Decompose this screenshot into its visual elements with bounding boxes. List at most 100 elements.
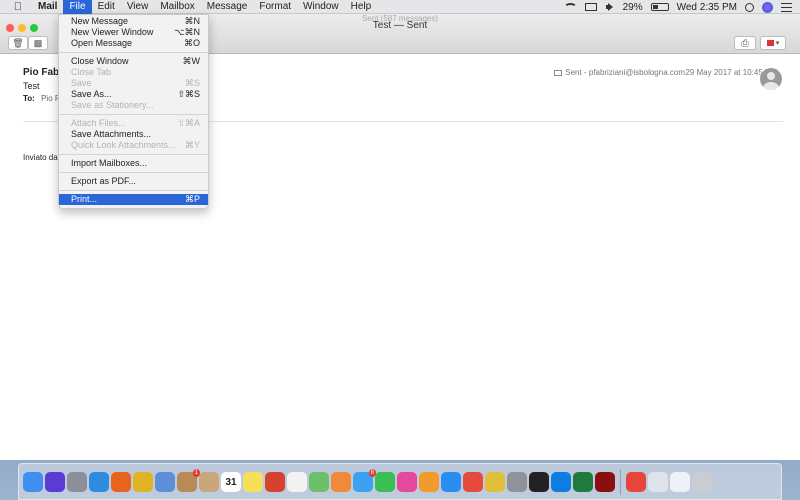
todoist-icon[interactable] [265, 471, 285, 492]
menu-item-quick-look-attachments[interactable]: Quick Look Attachments... ⌘Y [59, 140, 208, 151]
notes-icon[interactable] [199, 471, 219, 492]
menu-clock[interactable]: Wed 2:35 PM [677, 2, 737, 13]
recipient-name[interactable]: Pio F [41, 94, 60, 103]
menu-item-new-message[interactable]: New Message ⌘N [59, 16, 208, 27]
system-preferences-icon[interactable] [507, 471, 527, 492]
menu-separator [59, 172, 208, 173]
trash-icon[interactable] [692, 471, 712, 492]
flag-button[interactable]: ▾ [760, 36, 786, 50]
finder-icon[interactable] [23, 471, 43, 492]
menu-item-close-tab[interactable]: Close Tab [59, 67, 208, 78]
apple-menu-icon[interactable]:  [12, 1, 24, 13]
itunes-icon[interactable] [397, 471, 417, 492]
menu-app-mail[interactable]: Mail [32, 0, 63, 14]
maps-icon[interactable] [309, 471, 329, 492]
message-body: Inviato da [23, 153, 58, 162]
menu-separator [59, 154, 208, 155]
menu-format[interactable]: Format [253, 0, 297, 14]
appstore-icon[interactable] [441, 471, 461, 492]
screenshot-stack-icon[interactable] [648, 471, 668, 492]
menu-separator [59, 190, 208, 191]
chrome-icon[interactable] [133, 471, 153, 492]
siri-icon[interactable] [45, 471, 65, 492]
menu-item-shortcut: ⇧⌘A [177, 118, 200, 128]
menu-item-label: Import Mailboxes... [71, 158, 148, 168]
menu-item-label: Save as Stationery... [71, 100, 154, 110]
terminal-icon[interactable] [529, 471, 549, 492]
menu-item-shortcut: ⌘P [184, 194, 200, 204]
menu-item-attach-files[interactable]: Attach Files... ⇧⌘A [59, 118, 208, 129]
menu-item-label: Quick Look Attachments... [71, 140, 176, 150]
wifi-icon[interactable] [563, 2, 577, 12]
menu-item-label: Save As... [71, 89, 112, 99]
ibooks-icon[interactable] [419, 471, 439, 492]
mailbox-info: Sent - pfabriziani@isbologna.com [554, 68, 685, 77]
flag-icon [766, 40, 774, 46]
messages-icon[interactable]: 8 [353, 468, 376, 492]
volume-icon[interactable] [605, 2, 615, 12]
acrobat-icon[interactable] [595, 471, 615, 492]
menu-view[interactable]: View [121, 0, 155, 14]
menu-item-save-attachments[interactable]: Save Attachments... [59, 129, 208, 140]
menu-item-label: Close Tab [71, 67, 111, 77]
pdf-document-icon[interactable] [626, 471, 646, 492]
menu-edit[interactable]: Edit [92, 0, 121, 14]
spotlight-search-icon[interactable] [745, 2, 754, 12]
facetime-icon[interactable] [375, 471, 395, 492]
menu-item-export-as-pdf[interactable]: Export as PDF... [59, 176, 208, 187]
notification-center-icon[interactable] [781, 2, 792, 12]
firefox-icon[interactable] [111, 471, 131, 492]
menu-item-new-viewer-window[interactable]: New Viewer Window ⌥⌘N [59, 27, 208, 38]
battery-icon[interactable] [650, 3, 669, 11]
menu-item-close-window[interactable]: Close Window ⌘W [59, 56, 208, 67]
menu-separator [59, 114, 208, 115]
menu-separator [59, 52, 208, 53]
menu-item-label: New Viewer Window [71, 27, 154, 37]
stickies-icon[interactable] [243, 471, 263, 492]
menu-mailbox[interactable]: Mailbox [154, 0, 200, 14]
dock-divider [620, 468, 621, 495]
cyberduck-icon[interactable] [485, 471, 505, 492]
to-label: To: [23, 94, 35, 103]
battery-percent[interactable]: 29% [623, 2, 643, 13]
menu-help[interactable]: Help [345, 0, 378, 14]
delete-button[interactable]: 🗑 [8, 36, 28, 50]
message-subject: Test [23, 81, 40, 91]
menu-item-label: Close Window [71, 56, 129, 66]
menu-item-import-mailboxes[interactable]: Import Mailboxes... [59, 158, 208, 169]
menu-file[interactable]: File [63, 0, 92, 14]
contacts-icon[interactable]: 1 [177, 468, 200, 492]
launchpad-icon[interactable] [67, 471, 87, 492]
mail-stamp-icon[interactable] [155, 471, 175, 492]
file-menu-dropdown: New Message ⌘N New Viewer Window ⌥⌘N Open Me… [58, 14, 209, 209]
reminders-icon[interactable] [287, 471, 307, 492]
airplay-icon[interactable] [584, 3, 597, 11]
calendar-icon[interactable]: 31 [221, 471, 241, 492]
menu-item-save-as-stationery[interactable]: Save as Stationery... [59, 100, 208, 111]
safari-icon[interactable] [89, 471, 109, 492]
menu-item-print[interactable]: Print... ⌘P [59, 194, 208, 205]
menu-item-label: Save Attachments... [71, 129, 152, 139]
appcleaner-icon[interactable] [463, 471, 483, 492]
menu-bar:  Mail File Edit View Mailbox Message Fo… [0, 0, 800, 14]
junk-icon: ▩ [33, 37, 43, 48]
teamviewer-icon[interactable] [551, 471, 571, 492]
junk-button[interactable]: ▩ [28, 36, 48, 50]
menu-item-shortcut: ⌘W [182, 56, 201, 66]
photos-icon[interactable] [331, 471, 351, 492]
menu-window[interactable]: Window [297, 0, 345, 14]
downloads-stack-icon[interactable] [670, 471, 690, 492]
print-button[interactable]: ⎙ [734, 36, 756, 50]
excel-icon[interactable] [573, 471, 593, 492]
menu-item-shortcut: ⇧⌘S [177, 89, 200, 99]
sender-avatar [760, 68, 782, 90]
menu-item-open-message[interactable]: Open Message ⌘O [59, 38, 208, 49]
dock: 1 31 8 [18, 463, 782, 500]
mailbox-account: Sent - pfabriziani@isbologna.com [565, 68, 685, 77]
siri-icon[interactable] [762, 1, 773, 13]
menu-item-label: Print... [71, 194, 98, 204]
menu-message[interactable]: Message [201, 0, 254, 14]
menu-item-save-as[interactable]: Save As... ⇧⌘S [59, 89, 208, 100]
menu-item-save[interactable]: Save ⌘S [59, 78, 208, 89]
menu-item-shortcut: ⌘Y [184, 140, 200, 150]
